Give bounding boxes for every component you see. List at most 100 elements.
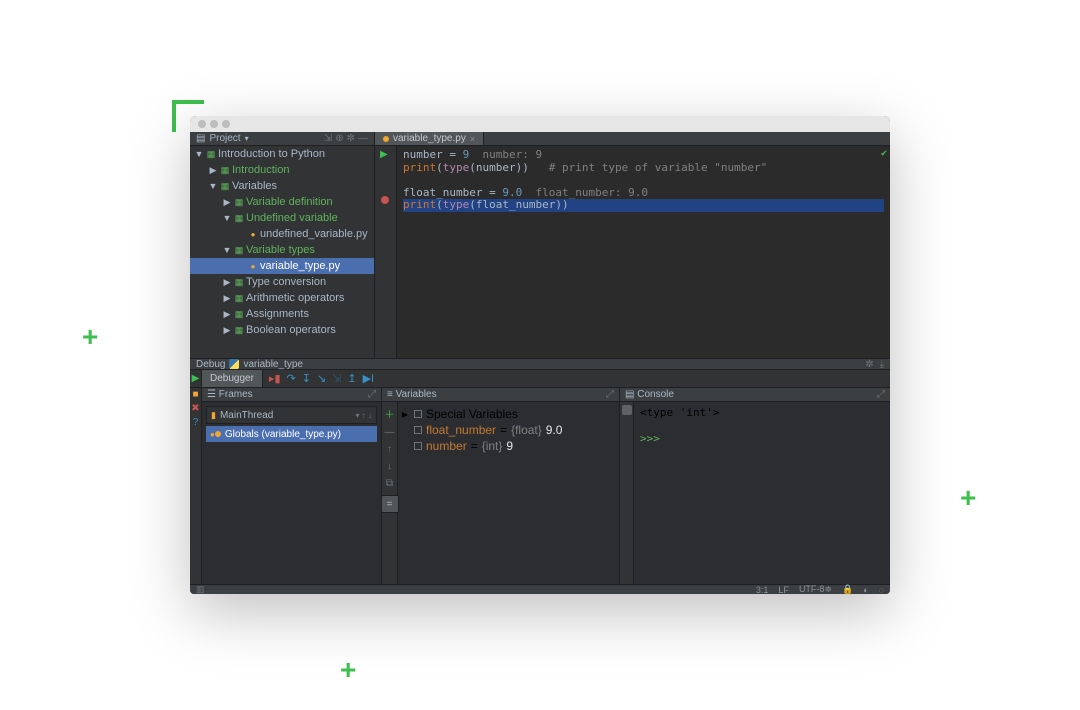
chevron-icon[interactable]: ▶: [208, 165, 218, 176]
variable-row[interactable]: ▶Special Variables: [400, 406, 615, 422]
statusbar-left-icon[interactable]: ▥: [196, 584, 205, 594]
variable-type: {float}: [511, 423, 542, 437]
tree-folder[interactable]: ▶Boolean operators: [190, 322, 374, 338]
step-over-icon[interactable]: ↷: [287, 372, 296, 385]
project-tree[interactable]: ▼Introduction to Python▶Introduction▼Var…: [190, 146, 374, 358]
tree-folder[interactable]: ▼Introduction to Python: [190, 146, 374, 162]
chevron-icon[interactable]: ▶: [222, 309, 232, 320]
tree-file[interactable]: variable_type.py: [190, 258, 374, 274]
gear-icon[interactable]: ✼: [347, 133, 355, 144]
soft-wrap-icon[interactable]: [622, 405, 632, 415]
project-icon: ▤: [196, 133, 205, 144]
chevron-icon[interactable]: ▶: [222, 277, 232, 288]
frame-row[interactable]: Globals (variable_type.py): [206, 426, 377, 442]
tab-variable-type[interactable]: variable_type.py ×: [375, 132, 484, 145]
variable-type: {int}: [482, 439, 503, 453]
tree-label: Variable definition: [246, 196, 333, 208]
chevron-icon[interactable]: ▼: [208, 181, 218, 191]
decor-plus-icon: +: [82, 323, 98, 351]
python-file-icon: [383, 136, 389, 142]
stop-icon[interactable]: ✖: [191, 404, 199, 414]
restore-layout-icon[interactable]: ⤢: [877, 389, 885, 400]
chevron-down-icon[interactable]: ▾: [245, 134, 249, 143]
copy-icon[interactable]: ⧉: [386, 478, 393, 489]
tree-label: Assignments: [246, 308, 309, 320]
frame-icon: [210, 429, 221, 440]
down-icon[interactable]: ↓: [387, 461, 392, 472]
readonly-lock-icon[interactable]: 🔒: [842, 584, 853, 594]
close-icon[interactable]: ×: [470, 134, 475, 144]
tree-folder[interactable]: ▶Type conversion: [190, 274, 374, 290]
chevron-icon[interactable]: ▶: [222, 293, 232, 304]
folder-icon: [218, 181, 232, 192]
tree-folder[interactable]: ▼Undefined variable: [190, 210, 374, 226]
tree-folder[interactable]: ▼Variables: [190, 178, 374, 194]
tree-folder[interactable]: ▶Introduction: [190, 162, 374, 178]
chevron-icon[interactable]: ▼: [194, 149, 204, 159]
chevron-icon[interactable]: ▶: [222, 325, 232, 336]
chevron-icon[interactable]: ▼: [222, 245, 232, 255]
variable-row[interactable]: float_number = {float} 9.0: [400, 422, 615, 438]
evaluate-expression-icon[interactable]: =: [381, 495, 399, 513]
chevron-icon[interactable]: ▶: [400, 410, 410, 419]
traffic-light-close-icon[interactable]: [198, 120, 206, 128]
tab-label: variable_type.py: [393, 133, 466, 144]
run-gutter-icon[interactable]: ▶: [380, 149, 388, 160]
help-icon[interactable]: ?: [193, 418, 199, 428]
python-icon: [229, 359, 239, 369]
restore-layout-icon[interactable]: ⤢: [368, 389, 376, 400]
variables-panel: ≡ Variables ⤢ ＋ — ↑ ↓ ⧉ = ▶Special Varia…: [382, 388, 620, 584]
step-out-icon[interactable]: ↥: [347, 372, 356, 385]
run-to-cursor-icon[interactable]: ▶I: [363, 372, 375, 385]
code-text[interactable]: ✔ number = 9 number: 9 print(type(number…: [397, 146, 890, 358]
show-execution-point-icon[interactable]: ▸▮: [269, 372, 281, 385]
tree-file[interactable]: undefined_variable.py: [190, 226, 374, 242]
inspections-icon[interactable]: ◐: [863, 585, 868, 595]
folder-icon: [232, 325, 246, 336]
download-icon[interactable]: ⤓: [880, 359, 884, 370]
tree-folder[interactable]: ▶ Assignments: [190, 306, 374, 322]
hide-icon[interactable]: —: [358, 133, 368, 144]
locate-icon[interactable]: ⊕: [335, 133, 343, 144]
step-into-my-code-icon[interactable]: ↘: [317, 372, 326, 385]
debug-toolbar: ▶ Debugger ▸▮ ↷ ↧ ↘ ⇲ ↥ ▶I: [190, 370, 890, 388]
caret-position: 3:1: [756, 585, 769, 595]
folder-icon: [232, 213, 246, 224]
debug-side-toolbar: ■ ✖ ?: [190, 388, 202, 584]
chevron-icon[interactable]: ▼: [222, 213, 232, 223]
folder-icon: [204, 149, 218, 160]
add-watch-icon[interactable]: ＋: [385, 406, 395, 421]
traffic-light-min-icon[interactable]: [210, 120, 218, 128]
tree-folder[interactable]: ▶ Variable definition: [190, 194, 374, 210]
code-editor[interactable]: ▶ ✔ number = 9 number: 9 print(type(numb…: [375, 146, 890, 358]
variables-header: ≡ Variables ⤢: [382, 388, 619, 402]
gear-icon[interactable]: ✼: [865, 359, 873, 370]
step-into-icon[interactable]: ↧: [302, 372, 311, 385]
force-step-into-icon[interactable]: ⇲: [332, 372, 341, 385]
collapse-icon[interactable]: ⇲: [324, 133, 332, 144]
chevron-down-icon[interactable]: ▾ ↑ ↓: [356, 411, 372, 420]
traffic-light-max-icon[interactable]: [222, 120, 230, 128]
variables-tree[interactable]: ▶Special Variablesfloat_number = {float}…: [398, 402, 619, 584]
remove-watch-icon[interactable]: —: [385, 427, 395, 438]
frames-icon: ☰: [207, 389, 219, 400]
tree-folder[interactable]: ▶Arithmetic operators: [190, 290, 374, 306]
tree-label: variable_type.py: [260, 260, 340, 272]
file-encoding[interactable]: UTF-8≑: [799, 584, 832, 594]
variable-row[interactable]: number = {int} 9: [400, 438, 615, 454]
equals: =: [471, 439, 478, 453]
decor-plus-icon: +: [960, 484, 976, 512]
breakpoint-icon[interactable]: [381, 196, 389, 204]
up-icon[interactable]: ↑: [387, 444, 392, 455]
line-separator[interactable]: LF: [778, 585, 789, 595]
pause-icon[interactable]: ■: [192, 390, 198, 400]
console-output[interactable]: <type 'int'> >>>: [634, 402, 725, 584]
chevron-icon[interactable]: ▶: [222, 197, 232, 208]
memory-indicator-icon[interactable]: ◌: [879, 585, 884, 595]
resume-icon[interactable]: ▶: [192, 373, 200, 384]
debugger-tab[interactable]: Debugger: [202, 370, 263, 387]
thread-selector[interactable]: MainThread ▾ ↑ ↓: [206, 406, 377, 424]
restore-layout-icon[interactable]: ⤢: [606, 389, 614, 400]
tree-folder[interactable]: ▼Variable types: [190, 242, 374, 258]
variables-title: Variables: [396, 389, 437, 400]
